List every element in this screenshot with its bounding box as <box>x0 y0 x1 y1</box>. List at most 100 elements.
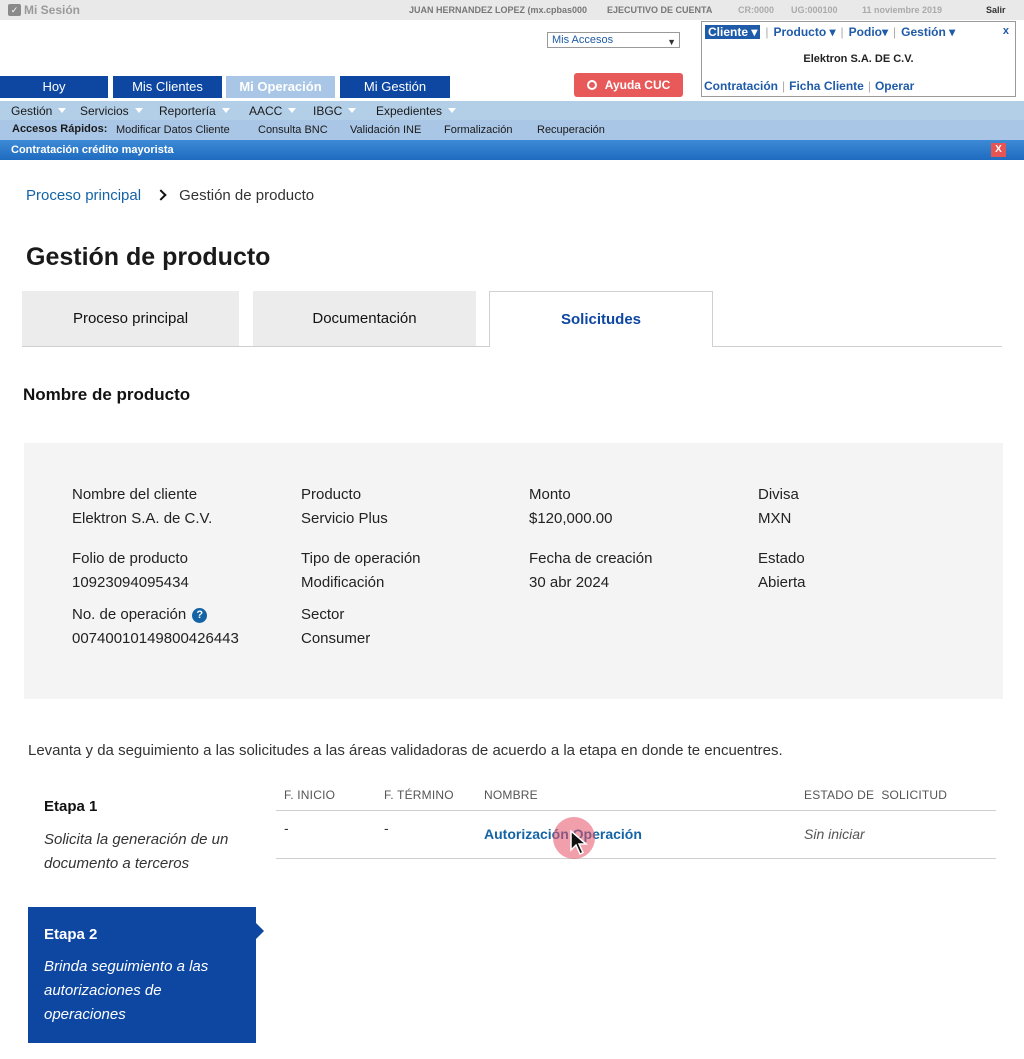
session-role: EJECUTIVO DE CUENTA <box>607 5 713 15</box>
breadcrumb: Proceso principal Gestión de producto <box>26 187 314 204</box>
cliente-value: Elektron S.A. de C.V. <box>72 510 213 527</box>
cell-termino: - <box>384 820 389 836</box>
tab-solicitudes[interactable]: Solicitudes <box>489 291 713 347</box>
monto-label: Monto <box>529 486 571 503</box>
caret-down-icon <box>288 108 297 113</box>
operacion-label: No. de operación <box>72 606 187 623</box>
section-title: Nombre de producto <box>23 385 191 404</box>
client-menu-cliente[interactable]: Cliente ▾ <box>705 25 761 39</box>
cell-estado: Sin iniciar <box>804 826 865 842</box>
col-header-inicio: F. INICIO <box>284 788 336 802</box>
client-menu-podio[interactable]: Podio▾ <box>849 25 888 39</box>
link-ficha-cliente[interactable]: Ficha Cliente <box>789 79 864 93</box>
page-title: Gestión de producto <box>26 243 271 271</box>
table-row-divider <box>276 858 996 859</box>
solicitudes-description: Levanta y da seguimiento a las solicitud… <box>28 742 783 759</box>
tipo-operacion-value: Modificación <box>301 574 385 591</box>
main-tab-mi-operacion[interactable]: Mi Operación <box>226 76 335 98</box>
stage-2-description: Brinda seguimiento a las autorizaciones … <box>44 958 209 1023</box>
menu-ibgc[interactable]: IBGC <box>313 104 357 118</box>
search-icon <box>586 80 597 90</box>
menu-expedientes[interactable]: Expedientes <box>376 104 457 118</box>
sector-label: Sector <box>301 606 345 623</box>
client-name: Elektron S.A. DE C.V. <box>803 53 914 65</box>
fecha-creacion-value: 30 abr 2024 <box>529 574 610 591</box>
client-menu-gestion[interactable]: Gestión ▾ <box>901 25 955 39</box>
chevron-down-icon: ▼ <box>667 37 676 47</box>
client-box: Cliente ▾ | Producto ▾ | Podio▾ | Gestión ▾ x … <box>701 21 1016 97</box>
producto-label: Producto <box>301 486 362 503</box>
main-tab-mis-clientes[interactable]: Mis Clientes <box>113 76 222 98</box>
folio-value: 10923094095434 <box>72 574 189 591</box>
caret-down-icon <box>58 108 67 113</box>
product-info-panel: Nombre del cliente Elektron S.A. de C.V.… <box>24 443 1003 699</box>
menu-servicios[interactable]: Servicios <box>80 104 143 118</box>
divisa-value: MXN <box>758 510 792 527</box>
cell-inicio: - <box>284 820 289 836</box>
operacion-value: 00740010149800426443 <box>72 630 239 647</box>
caret-down-icon <box>134 108 143 113</box>
tipo-operacion-label: Tipo de operación <box>301 550 421 567</box>
breadcrumb-current: Gestión de producto <box>179 187 315 204</box>
help-cuc-button[interactable]: Ayuda CUC <box>574 73 683 97</box>
session-date: 11 noviembre 2019 <box>862 5 943 15</box>
menu-aacc[interactable]: AACC <box>249 104 297 118</box>
quick-link-consulta-bnc[interactable]: Consulta BNC <box>258 124 328 136</box>
client-menus: Cliente ▾ | Producto ▾ | Podio▾ | Gestión ▾ <box>705 25 955 39</box>
context-title: Contratación crédito mayorista <box>11 144 174 156</box>
mouse-cursor-icon <box>570 830 588 856</box>
fecha-creacion-label: Fecha de creación <box>529 550 653 567</box>
link-contratacion[interactable]: Contratación <box>704 79 778 93</box>
table-header-divider <box>276 810 996 811</box>
accesos-select[interactable]: Mis Accesos ▼ <box>547 32 680 48</box>
stage-1-description: Solicita la generación de un documento a… <box>44 831 229 872</box>
context-close-button[interactable]: X <box>991 143 1006 157</box>
breadcrumb-home-link[interactable]: Proceso principal <box>26 187 141 204</box>
cliente-label: Nombre del cliente <box>72 486 198 503</box>
session-cr: CR:0000 <box>738 5 775 15</box>
menu-bar: Gestión Servicios Reportería AACC IBGC E… <box>0 101 1024 120</box>
divisa-label: Divisa <box>758 486 799 503</box>
session-toggle-icon[interactable]: ✓ <box>8 4 21 16</box>
main-tab-mi-gestion[interactable]: Mi Gestión <box>340 76 450 98</box>
monto-value: $120,000.00 <box>529 510 613 527</box>
main-tab-hoy[interactable]: Hoy <box>0 76 108 98</box>
stage-2-title: Etapa 2 <box>44 926 98 943</box>
help-cuc-label: Ayuda CUC <box>604 78 671 92</box>
stage-1-title[interactable]: Etapa 1 <box>44 798 97 815</box>
client-menu-producto[interactable]: Producto ▾ <box>774 25 836 39</box>
client-box-close-button[interactable]: x <box>1003 25 1009 37</box>
estado-label: Estado <box>758 550 805 567</box>
session-ug: UG:000100 <box>791 5 838 15</box>
col-header-nombre: NOMBRE <box>484 788 538 802</box>
session-user: JUAN HERNANDEZ LOPEZ (mx.cpbas000 <box>409 5 588 15</box>
tab-documentacion[interactable]: Documentación <box>253 291 476 346</box>
menu-gestion[interactable]: Gestión <box>11 104 67 118</box>
col-header-termino: F. TÉRMINO <box>384 788 454 802</box>
tab-proceso-principal[interactable]: Proceso principal <box>22 291 239 346</box>
quick-link-formalizacion[interactable]: Formalización <box>444 124 512 136</box>
session-title[interactable]: Mi Sesión <box>24 3 80 17</box>
sector-value: Consumer <box>301 630 371 647</box>
quick-link-modificar-datos[interactable]: Modificar Datos Cliente <box>116 124 230 136</box>
col-header-estado: ESTADO DE SOLICITUD <box>804 788 948 802</box>
client-links: Contratación | Ficha Cliente | Operar <box>704 79 915 93</box>
stage-pointer-icon <box>256 923 264 939</box>
quick-link-recuperacion[interactable]: Recuperación <box>537 124 605 136</box>
logout-link[interactable]: Salir <box>986 5 1006 15</box>
link-operar[interactable]: Operar <box>875 79 914 93</box>
producto-value: Servicio Plus <box>301 510 388 527</box>
context-bar: Contratación crédito mayorista X <box>0 140 1024 160</box>
operacion-label-row: No. de operación? <box>72 606 208 623</box>
quick-link-validacion-ine[interactable]: Validación INE <box>350 124 421 136</box>
accesos-select-value: Mis Accesos <box>552 34 614 46</box>
menu-reporteria[interactable]: Reportería <box>159 104 230 118</box>
quick-access-bar: Accesos Rápidos: Modificar Datos Cliente… <box>0 120 1024 140</box>
stage-2-card[interactable]: Etapa 2 Brinda seguimiento a las autoriz… <box>28 907 264 1043</box>
caret-down-icon <box>448 108 457 113</box>
estado-value: Abierta <box>758 574 806 591</box>
caret-down-icon <box>348 108 357 113</box>
chevron-right-icon <box>155 189 167 201</box>
help-icon[interactable]: ? <box>192 608 208 623</box>
session-bar: ✓ Mi Sesión JUAN HERNANDEZ LOPEZ (mx.cpb… <box>0 0 1024 20</box>
